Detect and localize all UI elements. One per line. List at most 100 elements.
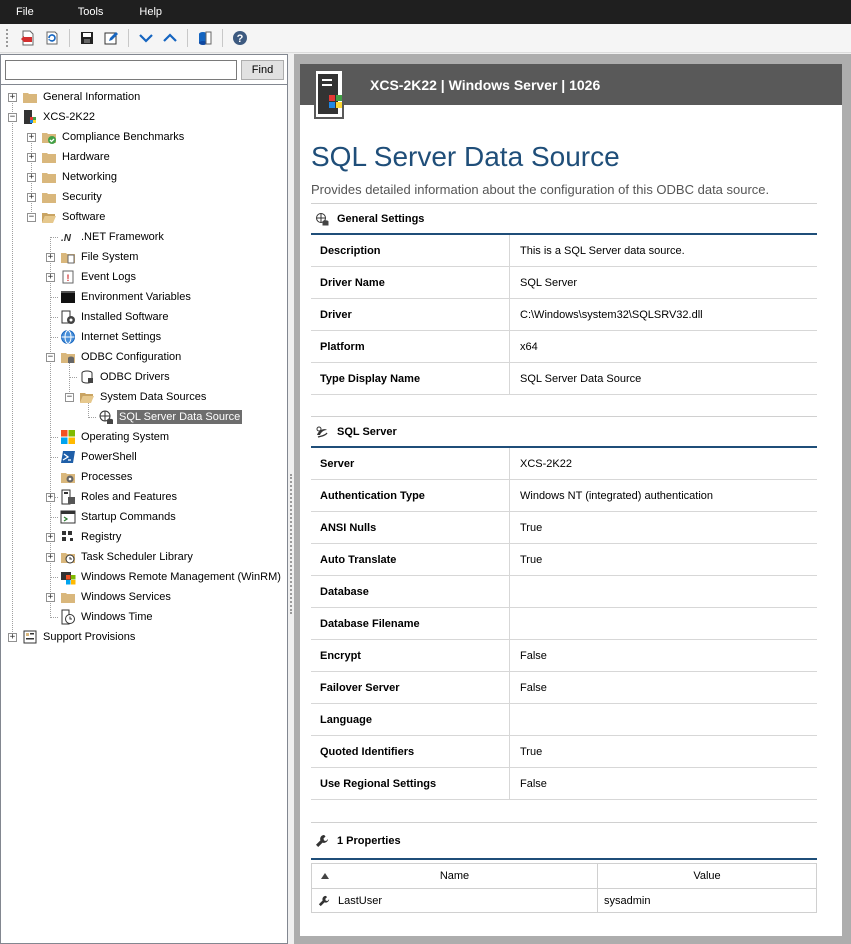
tree-item-event-logs[interactable]: ! Event Logs xyxy=(60,267,138,287)
property-key: Quoted Identifiers xyxy=(311,736,510,767)
tree-item-startup-commands[interactable]: Startup Commands xyxy=(60,507,178,527)
tree-item-security[interactable]: Security xyxy=(41,187,104,207)
tree-item-registry[interactable]: Registry xyxy=(60,527,123,547)
help-icon[interactable]: ? xyxy=(229,27,251,49)
tree-item-sql-server-data-source[interactable]: SQL Server Data Source xyxy=(98,407,243,427)
column-header-label: Value xyxy=(693,870,721,882)
tree-item-system-data-sources[interactable]: System Data Sources xyxy=(79,387,208,407)
expand-toggle[interactable]: + xyxy=(27,133,36,142)
tree-item-networking[interactable]: Networking xyxy=(41,167,119,187)
section-title: 1 Properties xyxy=(337,834,401,847)
tree-item-installed-software[interactable]: Installed Software xyxy=(60,307,170,327)
startup-icon xyxy=(60,510,76,524)
expand-toggle[interactable]: + xyxy=(27,193,36,202)
expand-toggle[interactable]: + xyxy=(46,273,55,282)
open-folder-icon xyxy=(42,213,56,223)
column-header-value[interactable]: Value xyxy=(598,864,816,888)
tree-item-windows-remote-management[interactable]: Windows Remote Management (WinRM) xyxy=(60,567,283,587)
move-up-icon[interactable] xyxy=(159,27,181,49)
folder-icon xyxy=(61,593,75,603)
section-title: SQL Server xyxy=(337,425,397,438)
edit-icon[interactable] xyxy=(100,27,122,49)
tree-item-task-scheduler-library[interactable]: Task Scheduler Library xyxy=(60,547,195,567)
tree-label: Support Provisions xyxy=(43,631,136,643)
collapse-toggle[interactable]: − xyxy=(8,113,17,122)
server-logo-icon xyxy=(314,69,344,119)
menu-help[interactable]: Help xyxy=(119,0,178,24)
section-header: 1 Properties xyxy=(311,822,817,860)
expand-toggle[interactable]: + xyxy=(46,493,55,502)
toolbar-separator xyxy=(187,29,188,47)
expand-toggle[interactable]: + xyxy=(27,153,36,162)
collapse-toggle[interactable]: − xyxy=(27,213,36,222)
tree-item-compliance-benchmarks[interactable]: Compliance Benchmarks xyxy=(41,127,186,147)
page-description: Provides detailed information about the … xyxy=(311,182,770,197)
menu-file[interactable]: File xyxy=(0,0,50,24)
tree-item-net-framework[interactable]: .N .NET Framework xyxy=(60,227,166,247)
property-row: Server XCS-2K22 xyxy=(311,448,817,480)
refresh-icon[interactable] xyxy=(41,27,63,49)
tree-item-odbc-drivers[interactable]: ODBC Drivers xyxy=(79,367,172,387)
tree-label: Operating System xyxy=(81,431,170,443)
property-key: Database xyxy=(311,576,510,607)
collapse-toggle[interactable]: − xyxy=(65,393,74,402)
tree-item-odbc-configuration[interactable]: ODBC Configuration xyxy=(60,347,183,367)
property-value: False xyxy=(520,777,547,790)
find-button[interactable]: Find xyxy=(241,60,284,80)
tree-item-support-provisions[interactable]: Support Provisions xyxy=(22,627,137,647)
property-name: LastUser xyxy=(338,894,383,907)
tree-item-file-system[interactable]: File System xyxy=(60,247,140,267)
content-pane: XCS-2K22 | Windows Server | 1026 SQL Ser… xyxy=(294,54,851,944)
property-row: Auto Translate True xyxy=(311,544,817,576)
server-icon xyxy=(24,110,36,124)
save-icon[interactable] xyxy=(76,27,98,49)
expand-toggle[interactable]: + xyxy=(46,593,55,602)
tree-item-roles-and-features[interactable]: Roles and Features xyxy=(60,487,179,507)
powershell-icon xyxy=(61,451,75,463)
export-pdf-icon[interactable] xyxy=(17,27,39,49)
tree-item-hardware[interactable]: Hardware xyxy=(41,147,112,167)
report-view[interactable]: XCS-2K22 | Windows Server | 1026 SQL Ser… xyxy=(300,64,842,936)
tree-item-windows-time[interactable]: Windows Time xyxy=(60,607,155,627)
property-key: Authentication Type xyxy=(311,480,510,511)
tree-label: Environment Variables xyxy=(81,291,191,303)
tree-item-operating-system[interactable]: Operating System xyxy=(60,427,171,447)
expand-toggle[interactable]: + xyxy=(8,93,17,102)
expand-toggle[interactable]: + xyxy=(8,633,17,642)
property-key: Driver xyxy=(311,299,510,330)
property-value: x64 xyxy=(520,340,538,353)
property-key: ANSI Nulls xyxy=(311,512,510,543)
wrench-icon xyxy=(318,895,330,906)
clock-icon xyxy=(61,609,75,625)
tree-item-environment-variables[interactable]: Environment Variables xyxy=(60,287,193,307)
tree-item-host[interactable]: XCS-2K22 xyxy=(22,107,97,127)
tree-item-powershell[interactable]: PowerShell xyxy=(60,447,139,467)
property-row: Language xyxy=(311,704,817,736)
expand-toggle[interactable]: + xyxy=(46,533,55,542)
database-icon xyxy=(81,370,93,384)
search-input[interactable] xyxy=(5,60,237,80)
processes-icon xyxy=(61,473,75,483)
tree-item-software[interactable]: Software xyxy=(41,207,107,227)
property-row: Driver Name SQL Server xyxy=(311,267,817,299)
property-key: Failover Server xyxy=(311,672,510,703)
expand-toggle[interactable]: + xyxy=(27,173,36,182)
tree-item-windows-services[interactable]: Windows Services xyxy=(60,587,173,607)
property-key: Description xyxy=(311,235,510,266)
move-down-icon[interactable] xyxy=(135,27,157,49)
expand-toggle[interactable]: + xyxy=(46,553,55,562)
tree-label: XCS-2K22 xyxy=(43,111,95,123)
tree-item-internet-settings[interactable]: Internet Settings xyxy=(60,327,163,347)
wrench-icon xyxy=(316,834,328,847)
property-row: Driver C:\Windows\system32\SQLSRV32.dll xyxy=(311,299,817,331)
tree-item-processes[interactable]: Processes xyxy=(60,467,134,487)
sql-server-section: SQL Server Server XCS-2K22 Authentication … xyxy=(311,416,817,800)
expand-toggle[interactable]: + xyxy=(46,253,55,262)
collapse-toggle[interactable]: − xyxy=(46,353,55,362)
menu-tools[interactable]: Tools xyxy=(50,0,120,24)
column-header-name[interactable]: Name xyxy=(312,864,598,888)
table-row[interactable]: LastUser sysadmin xyxy=(311,889,817,913)
tree-item-general-information[interactable]: General Information xyxy=(22,87,142,107)
database-icon[interactable] xyxy=(194,27,216,49)
tree-view[interactable]: + General Information − XCS-2K22 + Compl… xyxy=(1,85,287,941)
